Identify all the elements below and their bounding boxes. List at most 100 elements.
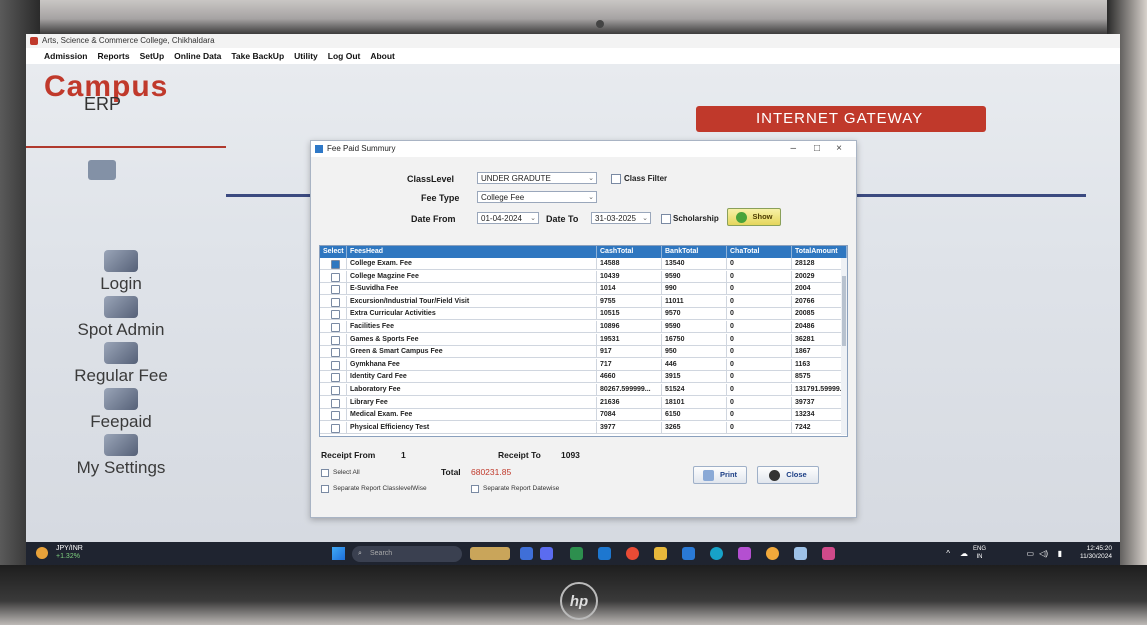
app-icon-light[interactable] [794, 547, 807, 560]
minimize-button[interactable]: – [790, 141, 796, 157]
row-select-cell[interactable] [320, 396, 347, 409]
class-filter-checkbox[interactable] [611, 174, 621, 184]
row-select-checkbox[interactable] [331, 386, 340, 395]
row-select-cell[interactable] [320, 270, 347, 283]
row-select-cell[interactable] [320, 333, 347, 346]
row-select-checkbox[interactable] [331, 323, 340, 332]
row-select-cell[interactable] [320, 371, 347, 384]
table-row[interactable]: Excursion/Industrial Tour/Field Visit 975… [320, 295, 847, 308]
close-button[interactable]: Close [757, 466, 819, 484]
row-select-cell[interactable] [320, 358, 347, 371]
date-to-picker[interactable]: 31-03-2025 ⌄ [591, 212, 651, 224]
app-icon-orange[interactable] [766, 547, 779, 560]
fee-type-select[interactable]: College Fee ⌄ [477, 191, 597, 203]
row-select-cell[interactable] [320, 384, 347, 396]
row-select-checkbox[interactable] [331, 373, 340, 383]
menu-setup[interactable]: SetUp [140, 48, 165, 64]
row-select-checkbox[interactable] [331, 260, 340, 269]
menu-online-data[interactable]: Online Data [174, 48, 221, 64]
table-row[interactable]: E-Suvidha Fee 1014 990 0 2004 [320, 283, 847, 296]
grid-scroll-thumb[interactable] [842, 276, 846, 346]
row-select-cell[interactable] [320, 283, 347, 296]
col-feeshead[interactable]: FeesHead [347, 246, 597, 258]
table-row[interactable]: Physical Efficiency Test 3977 3265 0 7242 [320, 421, 847, 434]
class-level-select[interactable]: UNDER GRADUTE ⌄ [477, 172, 597, 184]
onedrive-icon[interactable]: ☁ [960, 549, 968, 558]
row-select-cell[interactable] [320, 346, 347, 359]
row-select-checkbox[interactable] [331, 310, 340, 320]
sidebar-item-login[interactable]: Login [26, 250, 216, 294]
task-view-icon[interactable] [520, 547, 533, 560]
ticker-widget[interactable]: JPY/INR +1.32% [56, 545, 83, 561]
select-all-checkbox[interactable] [321, 469, 329, 477]
row-select-checkbox[interactable] [331, 423, 340, 433]
taskbar-search[interactable]: ⌕ Search [352, 546, 462, 562]
table-row[interactable]: Games & Sports Fee 19531 16750 0 36281 [320, 333, 847, 346]
chrome-icon[interactable] [626, 547, 639, 560]
table-row[interactable]: Identity Card Fee 4660 3915 0 8575 [320, 371, 847, 384]
volume-icon[interactable]: ◁) [1039, 549, 1048, 558]
col-cashtotal[interactable]: CashTotal [597, 246, 662, 258]
menu-reports[interactable]: Reports [97, 48, 129, 64]
col-select[interactable]: Select [320, 246, 347, 258]
app-icon-purple[interactable] [738, 547, 751, 560]
col-banktotal[interactable]: BankTotal [662, 246, 727, 258]
sidebar-item-my-settings[interactable]: My Settings [26, 434, 216, 478]
separate-classlevel-checkbox[interactable] [321, 485, 329, 493]
row-select-checkbox[interactable] [331, 285, 340, 295]
row-select-checkbox[interactable] [331, 411, 340, 421]
windows-start-icon[interactable] [332, 547, 345, 560]
app-icon-blue[interactable] [598, 547, 611, 560]
campus-erp-taskbar-icon[interactable] [822, 547, 835, 560]
sidebar-item-feepaid[interactable]: Feepaid [26, 388, 216, 432]
row-select-checkbox[interactable] [331, 272, 340, 282]
sidebar-item-spot-admin[interactable]: Spot Admin [26, 296, 216, 340]
battery-icon[interactable]: ▮ [1058, 549, 1062, 558]
calendar-app-icon[interactable] [570, 547, 583, 560]
table-row[interactable]: College Exam. Fee 14588 13540 0 28128 [320, 258, 847, 270]
separate-datewise-checkbox[interactable] [471, 485, 479, 493]
close-window-button[interactable]: × [836, 141, 842, 157]
language-indicator[interactable]: ENG IN [973, 545, 986, 561]
network-icon[interactable]: ▭ [1026, 549, 1034, 558]
table-row[interactable]: College Magzine Fee 10439 9590 0 20029 [320, 270, 847, 283]
row-select-checkbox[interactable] [331, 398, 340, 408]
row-select-checkbox[interactable] [331, 297, 340, 307]
maximize-button[interactable]: □ [814, 141, 820, 157]
edge-icon[interactable] [710, 547, 723, 560]
sidebar-item-regular-fee[interactable]: Regular Fee [26, 342, 216, 386]
scholarship-checkbox[interactable] [661, 214, 671, 224]
table-row[interactable]: Gymkhana Fee 717 446 0 1163 [320, 358, 847, 371]
row-select-cell[interactable] [320, 258, 347, 270]
show-button[interactable]: Show [727, 208, 781, 226]
grid-scrollbar[interactable] [841, 258, 847, 435]
row-select-cell[interactable] [320, 409, 347, 422]
menu-utility[interactable]: Utility [294, 48, 318, 64]
table-row[interactable]: Extra Curricular Activities 10515 9570 0 200… [320, 308, 847, 321]
date-from-picker[interactable]: 01-04-2024 ⌄ [477, 212, 539, 224]
row-select-checkbox[interactable] [331, 360, 340, 370]
tray-chevron-icon[interactable]: ^ [946, 549, 950, 558]
menu-log-out[interactable]: Log Out [328, 48, 361, 64]
row-select-cell[interactable] [320, 308, 347, 321]
menu-about[interactable]: About [370, 48, 395, 64]
row-select-cell[interactable] [320, 295, 347, 308]
col-totalamount[interactable]: TotalAmount [792, 246, 847, 258]
store-icon[interactable] [682, 547, 695, 560]
table-row[interactable]: Medical Exam. Fee 7084 6150 0 13234 [320, 409, 847, 422]
menu-admission[interactable]: Admission [44, 48, 87, 64]
widget-icon[interactable] [470, 547, 510, 560]
table-row[interactable]: Green & Smart Campus Fee 917 950 0 1867 [320, 346, 847, 359]
row-select-cell[interactable] [320, 321, 347, 333]
row-select-checkbox[interactable] [331, 335, 340, 345]
row-select-cell[interactable] [320, 421, 347, 434]
col-chatotal[interactable]: ChaTotal [727, 246, 792, 258]
clock[interactable]: 12:45:20 11/30/2024 [1080, 545, 1112, 561]
file-explorer-icon[interactable] [654, 547, 667, 560]
menu-take-backup[interactable]: Take BackUp [231, 48, 284, 64]
table-row[interactable]: Library Fee 21636 18101 0 39737 [320, 396, 847, 409]
table-row[interactable]: Facilities Fee 10896 9590 0 20486 [320, 321, 847, 333]
print-button[interactable]: Print [693, 466, 747, 484]
row-select-checkbox[interactable] [331, 348, 340, 358]
table-row[interactable]: Laboratory Fee 80267.599999... 51524 0 13179… [320, 384, 847, 396]
